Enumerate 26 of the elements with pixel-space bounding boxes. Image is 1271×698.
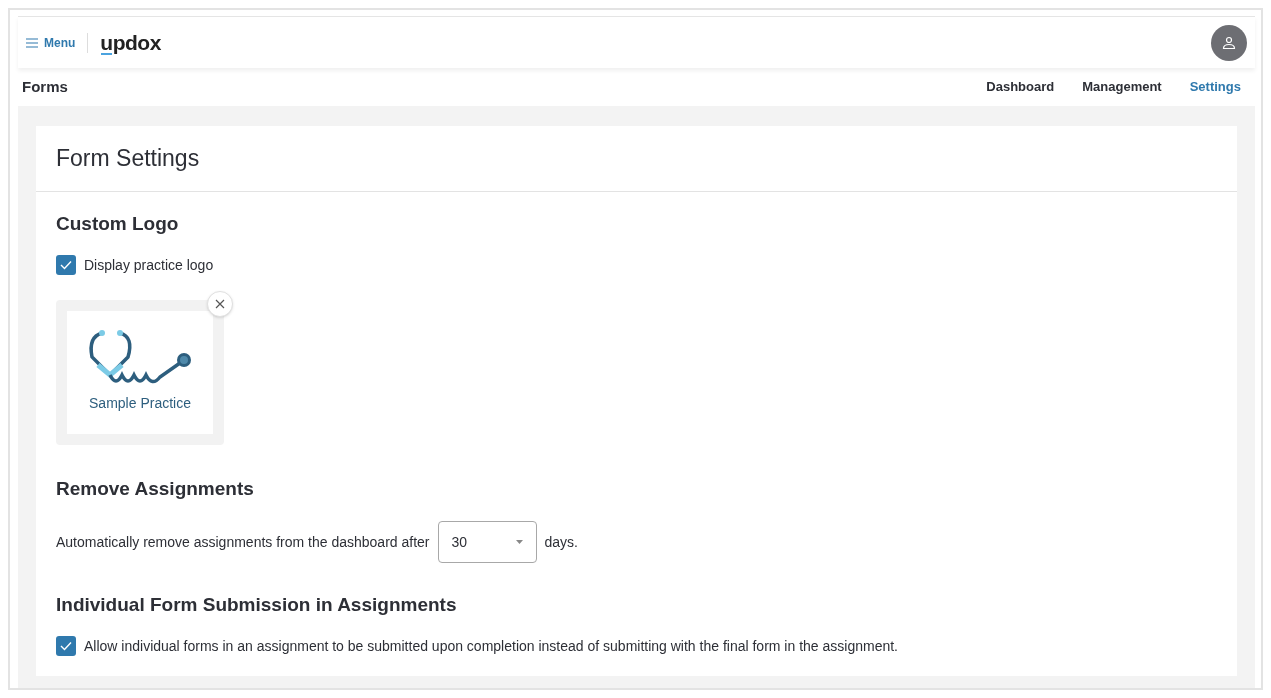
nav-tab[interactable]: Dashboard [986,77,1055,97]
user-icon [1222,35,1236,50]
logo-caption: Sample Practice [89,393,191,413]
section-heading: Remove Assignments [56,476,255,501]
caret-icon [515,540,523,544]
logo: updox [100,29,161,58]
check-icon [60,260,72,270]
nav-tab[interactable]: Settings [1189,77,1241,97]
section-heading: Individual Form Submission in Assignments [56,593,458,617]
card-title: Form Settings [56,144,200,174]
menu-button[interactable]: Menu [26,33,76,52]
checkbox-label: Allow individual forms in an assignment to be submitted upon completion instead of submitting with the final form in the assignment. [84,636,898,656]
avatar-button[interactable] [1211,24,1247,61]
nav-tab[interactable]: Management [1082,77,1162,97]
section-heading: Custom Logo [56,212,180,236]
setting-text: Automatically remove assignments from the dashboard after [56,532,430,552]
checkbox[interactable] [56,636,76,656]
checkbox[interactable] [56,255,76,275]
check-icon [60,641,72,651]
page-title: Forms [22,76,68,97]
close-button[interactable] [207,290,233,317]
close-icon [215,298,225,309]
checkbox-label: Display practice logo [84,255,214,275]
days-select[interactable]: 30 [437,521,537,563]
menu-icon [26,37,38,48]
setting-text: days. [544,532,578,552]
